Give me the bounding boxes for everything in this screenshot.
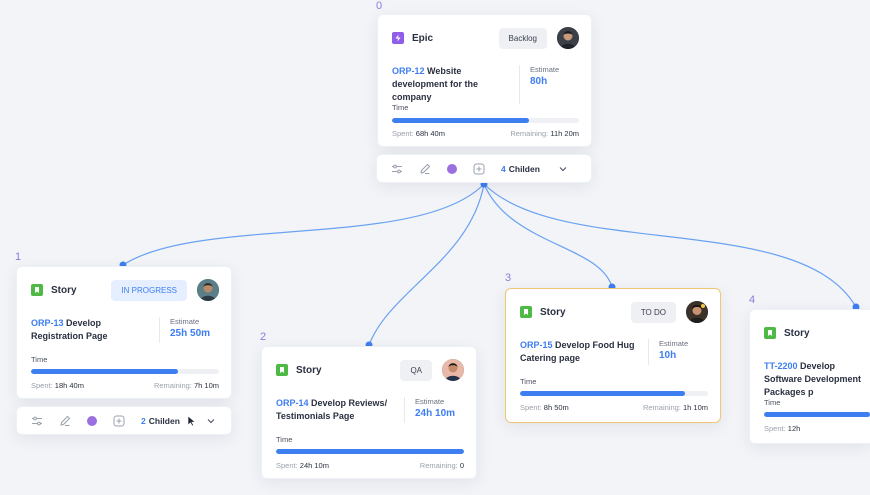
time-summary: Spent: 68h 40m Remaining: 11h 20m xyxy=(392,129,579,138)
status-badge[interactable]: IN PROGRESS xyxy=(111,279,187,301)
remaining-time: Remaining: 11h 20m xyxy=(510,129,579,138)
spent-time: Spent: 8h 50m xyxy=(520,403,569,412)
card-toolbar: 2 Childen xyxy=(16,406,232,435)
card-toolbar: 4 Childen xyxy=(376,154,592,183)
settings-sliders-icon[interactable] xyxy=(391,162,403,176)
children-count-button[interactable]: 4 Childen xyxy=(501,164,540,174)
issue-key[interactable]: ORP-13 xyxy=(31,318,64,328)
remaining-time: Remaining: 7h 10m xyxy=(153,381,219,390)
add-child-icon[interactable] xyxy=(473,162,485,176)
time-label: Time xyxy=(31,355,48,364)
progress-fill xyxy=(31,369,178,374)
card-type-label: Story xyxy=(51,284,77,296)
time-progress-bar xyxy=(520,391,708,396)
estimate-value: 25h 50m xyxy=(170,328,211,339)
issue-key[interactable]: ORP-15 xyxy=(520,340,553,350)
remaining-time: Remaining: 1h 10m xyxy=(642,403,708,412)
status-badge[interactable]: TO DO xyxy=(630,301,676,323)
node-index: 1 xyxy=(15,251,22,263)
story-icon xyxy=(764,327,776,339)
edit-icon[interactable] xyxy=(419,162,431,176)
time-progress-bar xyxy=(276,449,464,454)
story-icon xyxy=(31,284,43,296)
spent-time: Spent: 24h 10m xyxy=(276,461,329,470)
card-type-label: Story xyxy=(296,364,322,376)
node-index: 0 xyxy=(376,0,383,12)
card-title[interactable]: ORP-14 Develop Reviews/ Testimonials Pag… xyxy=(276,397,404,423)
color-dot-button[interactable] xyxy=(87,414,97,428)
connector-to-card-3 xyxy=(483,183,613,288)
card-type-label: Epic xyxy=(412,32,434,44)
story-icon xyxy=(276,364,288,376)
time-summary: Spent: 24h 10m Remaining: 0 xyxy=(276,461,464,470)
estimate-value: 10h xyxy=(659,350,677,361)
card-type-label: Story xyxy=(784,327,810,339)
node-index: 2 xyxy=(260,331,267,343)
card-type-label: Story xyxy=(540,306,566,318)
issue-key[interactable]: ORP-14 xyxy=(276,398,309,408)
spent-time: Spent: 18h 40m xyxy=(31,381,84,390)
time-progress-bar xyxy=(31,369,219,374)
time-summary: Spent: 18h 40m Remaining: 7h 10m xyxy=(31,381,219,390)
story-card[interactable]: Story TT-2200 Develop Software Developme… xyxy=(749,309,870,444)
estimate: Estimate 24h 10m xyxy=(404,397,464,423)
add-child-icon[interactable] xyxy=(113,414,125,428)
estimate-value: 24h 10m xyxy=(415,408,456,419)
card-title[interactable]: ORP-12 Website development for the compa… xyxy=(392,65,519,104)
card-title[interactable]: TT-2200 Develop Software Development Pac… xyxy=(764,360,870,399)
node-index: 4 xyxy=(749,294,756,306)
story-card[interactable]: Story QA ORP-14 Develop Reviews/ Testimo… xyxy=(261,346,477,479)
epic-card[interactable]: Epic Backlog ORP-12 Website development … xyxy=(377,14,592,147)
connector-to-card-2 xyxy=(368,183,485,346)
chevron-down-icon[interactable] xyxy=(558,162,568,176)
issue-key[interactable]: ORP-12 xyxy=(392,66,425,76)
time-label: Time xyxy=(276,435,293,444)
status-badge[interactable]: Backlog xyxy=(498,27,547,49)
chevron-down-icon[interactable] xyxy=(206,414,216,428)
children-count-button[interactable]: 2 Childen xyxy=(141,416,180,426)
progress-fill xyxy=(392,118,529,123)
estimate-value: 80h xyxy=(530,76,548,87)
progress-fill xyxy=(520,391,686,396)
card-title[interactable]: ORP-15 Develop Food Hug Catering page xyxy=(520,339,648,365)
story-card[interactable]: Story TO DO ORP-15 Develop Food Hug Cate… xyxy=(505,288,721,423)
time-progress-bar xyxy=(392,118,579,123)
time-progress-bar xyxy=(764,412,870,417)
node-index: 3 xyxy=(505,272,512,284)
spent-time: Spent: 68h 40m xyxy=(392,129,445,138)
story-icon xyxy=(520,306,532,318)
estimate: Estimate 80h xyxy=(519,65,579,104)
edit-icon[interactable] xyxy=(59,414,71,428)
time-summary: Spent: 8h 50m Remaining: 1h 10m xyxy=(520,403,708,412)
spent-time: Spent: 12h xyxy=(764,424,801,433)
connector-to-card-1 xyxy=(122,183,485,266)
mouse-cursor-icon xyxy=(186,414,198,428)
issue-key[interactable]: TT-2200 xyxy=(764,361,798,371)
color-dot-button[interactable] xyxy=(447,162,457,176)
progress-fill xyxy=(764,412,870,417)
time-label: Time xyxy=(520,377,537,386)
avatar[interactable] xyxy=(197,279,219,301)
story-card[interactable]: Story IN PROGRESS ORP-13 Develop Registr… xyxy=(16,266,232,399)
remaining-time: Remaining: 0 xyxy=(419,461,464,470)
estimate: Estimate 25h 50m xyxy=(159,317,219,343)
settings-sliders-icon[interactable] xyxy=(31,414,43,428)
time-label: Time xyxy=(764,398,781,407)
avatar[interactable] xyxy=(442,359,464,381)
estimate: Estimate 10h xyxy=(648,339,708,365)
time-label: Time xyxy=(392,103,409,112)
avatar[interactable] xyxy=(686,301,708,323)
epic-icon xyxy=(392,32,404,44)
status-badge[interactable]: QA xyxy=(400,359,432,381)
avatar[interactable] xyxy=(557,27,579,49)
progress-fill xyxy=(276,449,464,454)
card-title[interactable]: ORP-13 Develop Registration Page xyxy=(31,317,159,343)
time-summary: Spent: 12h xyxy=(764,424,870,433)
